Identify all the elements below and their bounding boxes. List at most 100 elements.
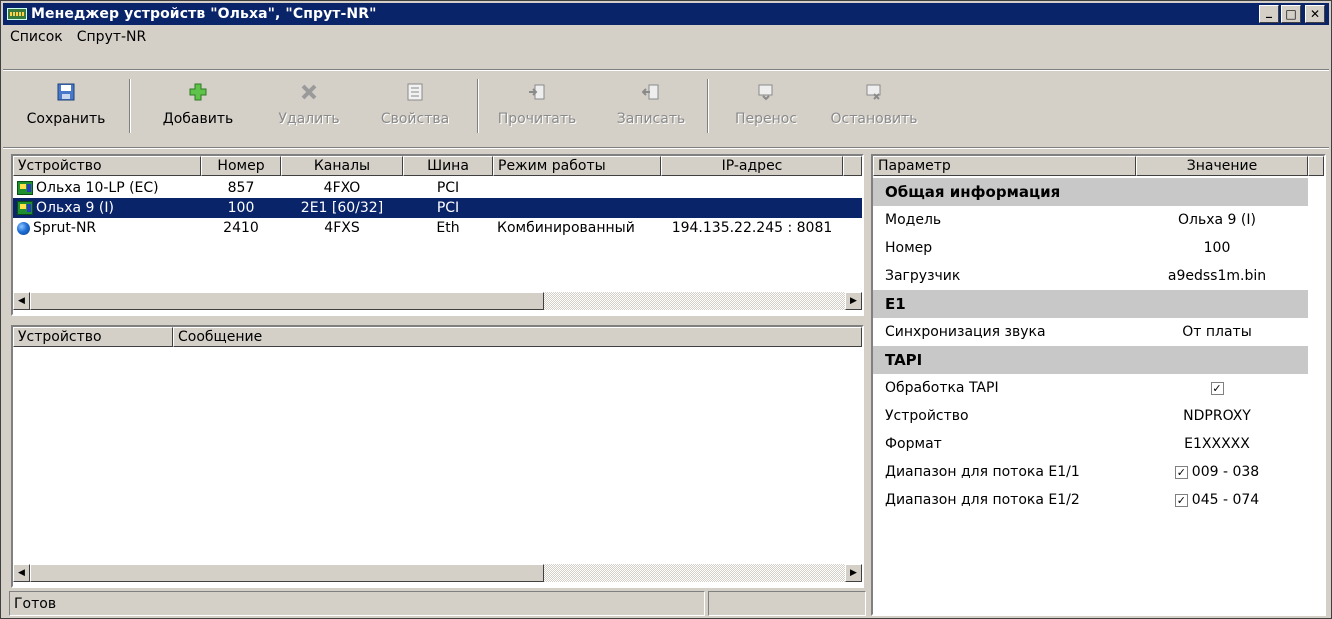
device-row-selected[interactable]: Ольха 9 (I) 100 2E1 [60/32] PCI [13, 198, 862, 218]
column-channels[interactable]: Каналы [281, 156, 403, 176]
column-ip[interactable]: IP-адрес [661, 156, 843, 176]
scroll-thumb[interactable] [30, 564, 544, 582]
menu-bar: Список Спрут-NR [3, 27, 153, 47]
delete-label: Удалить [278, 111, 340, 127]
property-row[interactable]: Загрузчик a9edss1m.bin [873, 262, 1303, 290]
scroll-right-button[interactable]: ▶ [845, 564, 862, 582]
read-label: Прочитать [497, 111, 577, 127]
status-text: Готов [9, 591, 705, 616]
write-label: Записать [616, 111, 686, 127]
stop-icon [863, 81, 885, 103]
column-device[interactable]: Устройство [13, 156, 201, 176]
column-filler [1308, 156, 1324, 176]
device-number: 857 [227, 180, 255, 196]
read-button[interactable]: Прочитать [479, 73, 595, 139]
property-name: Номер [885, 240, 933, 256]
property-row[interactable]: Устройство NDPROXY [873, 402, 1303, 430]
property-row[interactable]: Номер 100 [873, 234, 1303, 262]
device-name-cell: Sprut-NR [13, 218, 201, 238]
toolbar: Сохранить Добавить Удалить Свойства Проч… [3, 73, 1329, 145]
menu-list[interactable]: Список [3, 29, 70, 45]
write-button[interactable]: Записать [595, 73, 707, 139]
properties-button[interactable]: Свойства [353, 73, 477, 139]
floppy-disk-icon [55, 81, 77, 103]
add-button[interactable]: Добавить [131, 73, 265, 139]
properties-panel[interactable]: Параметр Значение Общая информация Модел… [871, 154, 1326, 616]
group-tapi[interactable]: TAPI [873, 346, 1308, 374]
device-row[interactable]: Sprut-NR 2410 4FXS Eth Комбинированный 1… [13, 218, 843, 238]
column-number[interactable]: Номер [201, 156, 281, 176]
menu-separator [3, 69, 1329, 71]
device-mode: Комбинированный [497, 220, 635, 236]
maximize-button[interactable]: □ [1281, 5, 1301, 23]
read-icon [526, 81, 548, 103]
property-name: Модель [885, 212, 942, 228]
devices-hscrollbar[interactable]: ◀ ▶ [13, 292, 862, 310]
group-e1[interactable]: E1 [873, 290, 1308, 318]
scroll-left-button[interactable]: ◀ [13, 292, 30, 310]
device-bus: PCI [403, 198, 493, 218]
property-value: 100 [1203, 240, 1231, 256]
column-bus[interactable]: Шина [403, 156, 493, 176]
close-icon: ✕ [1309, 7, 1321, 21]
column-parameter[interactable]: Параметр [873, 156, 1136, 176]
device-mode [493, 178, 661, 198]
device-name: Sprut-NR [33, 220, 97, 236]
scroll-right-button[interactable]: ▶ [845, 292, 862, 310]
device-channels: 4FXO [323, 180, 361, 196]
column-value[interactable]: Значение [1136, 156, 1308, 176]
save-button[interactable]: Сохранить [3, 73, 129, 139]
toolbar-bottom-separator [3, 147, 1329, 149]
status-panel-2 [708, 591, 866, 616]
property-row[interactable]: Модель Ольха 9 (I) [873, 206, 1303, 234]
device-mode [493, 198, 661, 218]
transfer-button[interactable]: Перенос [709, 73, 823, 139]
close-button[interactable]: ✕ [1305, 5, 1325, 23]
scroll-track[interactable] [544, 292, 845, 310]
window-controls: _ □ ✕ [1259, 5, 1325, 23]
group-general-info[interactable]: Общая информация [873, 178, 1308, 206]
property-row[interactable]: Обработка TAPI ✓ [873, 374, 1303, 402]
minimize-icon: _ [1266, 4, 1272, 18]
tapi-processing-checkbox[interactable]: ✓ [1210, 381, 1224, 395]
property-row[interactable]: Диапазон для потока E1/1 ✓ 009 - 038 [873, 458, 1303, 486]
property-row[interactable]: Диапазон для потока E1/2 ✓ 045 - 074 [873, 486, 1303, 514]
property-name: Диапазон для потока E1/2 [885, 492, 1080, 508]
device-name-cell: Ольха 9 (I) [13, 198, 201, 218]
stop-button[interactable]: Остановить [823, 73, 925, 139]
devices-list[interactable]: Устройство Номер Каналы Шина Режим работ… [11, 154, 864, 316]
column-message[interactable]: Сообщение [173, 327, 862, 347]
delete-icon [298, 81, 320, 103]
transfer-icon [755, 81, 777, 103]
delete-button[interactable]: Удалить [265, 73, 353, 139]
scroll-left-button[interactable]: ◀ [13, 564, 30, 582]
minimize-button[interactable]: _ [1259, 5, 1279, 23]
device-ip [661, 178, 843, 198]
menu-sprut-nr[interactable]: Спрут-NR [70, 29, 154, 45]
range-e1-2-checkbox[interactable]: ✓ [1174, 493, 1188, 507]
group-title: TAPI [885, 351, 923, 369]
save-label: Сохранить [26, 111, 106, 127]
messages-hscrollbar[interactable]: ◀ ▶ [13, 564, 862, 582]
device-name: Ольха 9 (I) [36, 200, 114, 216]
board-icon [17, 201, 33, 215]
range-e1-1-checkbox[interactable]: ✓ [1174, 465, 1188, 479]
column-device[interactable]: Устройство [13, 327, 173, 347]
device-row[interactable]: Ольха 10-LP (EC) 857 4FXO PCI [13, 178, 843, 198]
device-name: Ольха 10-LP (EC) [36, 180, 159, 196]
write-icon [640, 81, 662, 103]
property-name: Загрузчик [885, 268, 961, 284]
scroll-thumb[interactable] [30, 292, 544, 310]
properties-icon [404, 81, 426, 103]
messages-list[interactable]: Устройство Сообщение ◀ ▶ [11, 325, 864, 588]
board-icon [17, 181, 33, 195]
column-mode[interactable]: Режим работы [493, 156, 661, 176]
property-row[interactable]: Синхронизация звука От платы [873, 318, 1303, 346]
scroll-track[interactable] [544, 564, 845, 582]
property-value: E1XXXXX [1184, 436, 1250, 452]
title-bar[interactable]: Менеджер устройств "Ольха", "Спрут-NR" _… [3, 3, 1329, 25]
property-value: NDPROXY [1183, 408, 1251, 424]
property-name: Обработка TAPI [885, 380, 999, 396]
property-row[interactable]: Формат E1XXXXX [873, 430, 1303, 458]
properties-label: Свойства [380, 111, 450, 127]
